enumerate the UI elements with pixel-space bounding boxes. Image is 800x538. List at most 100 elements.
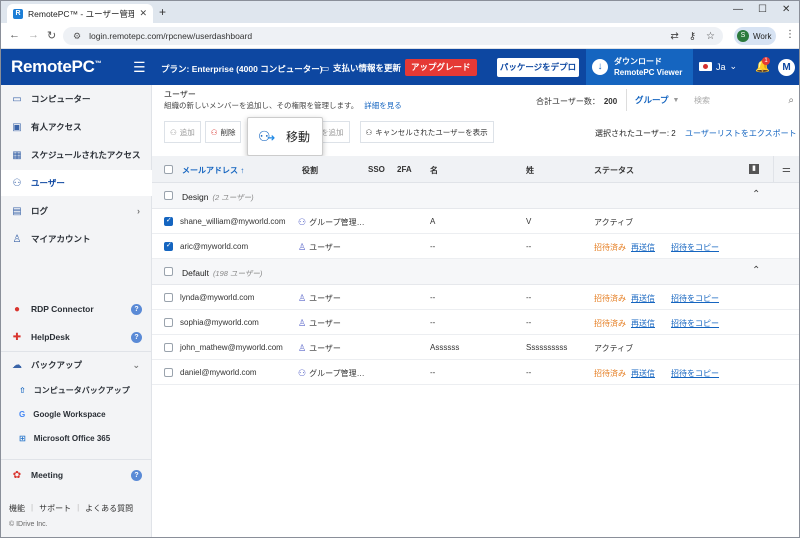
browser-tab[interactable]: R RemotePC™ - ユーザー管理 ✕ xyxy=(7,4,153,23)
user-avatar[interactable]: M xyxy=(778,59,795,76)
resend-invite-link[interactable]: 再送信 xyxy=(631,368,655,379)
notification-bell-icon[interactable]: 🔔 1 xyxy=(755,57,770,73)
role-cell: ⚇ グループ管理… xyxy=(298,217,365,228)
status-cell: 招待済み xyxy=(594,319,626,328)
sidebar-item-scheduled-access[interactable]: ▦ スケジュールされたアクセス xyxy=(1,142,152,168)
url-field[interactable]: ⚙ login.remotepc.com/rpcnew/userdashboar… xyxy=(63,27,723,45)
address-bar-row: ← → ↻ ⚙ login.remotepc.com/rpcnew/userda… xyxy=(1,23,799,49)
collapse-group-icon[interactable]: ⌃ xyxy=(752,265,760,276)
help-icon[interactable]: ? xyxy=(131,469,142,481)
footer-support-link[interactable]: サポート xyxy=(39,503,71,514)
resend-invite-link[interactable]: 再送信 xyxy=(631,242,655,253)
close-window-icon[interactable]: ✕ xyxy=(782,4,790,15)
sidebar-item-meeting[interactable]: ✿ Meeting? xyxy=(1,462,152,488)
tab-bar: R RemotePC™ - ユーザー管理 ✕ + — ☐ ✕ xyxy=(1,1,799,23)
sidebar-item-computers[interactable]: ▭ コンピューター xyxy=(1,86,152,112)
move-menu-item[interactable]: ⚇ ➜ 移動 xyxy=(247,117,323,156)
profile-button[interactable]: S Work xyxy=(734,27,776,45)
password-key-icon[interactable]: ⚷ xyxy=(689,31,696,42)
sidebar-subitem-office365[interactable]: ⊞ Microsoft Office 365 xyxy=(1,426,152,450)
sidebar-subitem-google-workspace[interactable]: G Google Workspace xyxy=(1,402,152,426)
help-icon[interactable]: ? xyxy=(131,303,142,315)
table-row: sophia@myworld.com ♙ ユーザー -- -- 招待済み 再送信 … xyxy=(152,310,799,335)
select-all-checkbox[interactable] xyxy=(164,165,173,174)
help-icon[interactable]: ? xyxy=(131,331,142,343)
group-admin-icon: ⚇ xyxy=(298,217,307,227)
description-text: 組織の新しいメンバーを追加し、その権限を管理します。 xyxy=(164,101,359,110)
chevron-right-icon: › xyxy=(137,206,140,216)
column-settings-icon[interactable]: ⚌ xyxy=(773,156,799,183)
deploy-package-button[interactable]: パッケージをデプロイ xyxy=(497,58,579,91)
copy-invite-link[interactable]: 招待をコピー xyxy=(671,293,719,304)
total-users: 合計ユーザー数： 200 xyxy=(536,96,617,107)
resend-invite-link[interactable]: 再送信 xyxy=(631,318,655,329)
minimize-icon[interactable]: — xyxy=(733,4,743,15)
last-name-cell: -- xyxy=(526,293,532,302)
computer-icon: ▭ xyxy=(12,93,22,105)
group-select-label: グループ xyxy=(635,95,669,105)
sidebar-item-helpdesk[interactable]: ✚ HelpDesk? xyxy=(1,324,152,350)
column-email[interactable]: メールアドレス ↑ xyxy=(182,165,244,176)
email-cell: shane_william@myworld.com xyxy=(180,217,286,226)
back-icon[interactable]: ← xyxy=(9,29,20,41)
upgrade-button[interactable]: アップグレード xyxy=(405,59,477,76)
row-checkbox[interactable] xyxy=(164,241,173,251)
row-checkbox[interactable] xyxy=(164,343,173,352)
remotepc-logo[interactable]: RemotePC™ xyxy=(11,57,102,77)
status-cell: アクティブ xyxy=(594,344,634,353)
new-tab-icon[interactable]: + xyxy=(159,5,166,19)
row-checkbox[interactable] xyxy=(164,216,173,226)
table-header: メールアドレス ↑ 役割 SSO 2FA 名 姓 ステータス ▮ ⚌ xyxy=(152,156,799,183)
group-count: (2 ユーザー) xyxy=(212,193,254,202)
details-link[interactable]: 詳細を見る xyxy=(364,101,402,110)
close-tab-icon[interactable]: ✕ xyxy=(139,8,147,19)
group-checkbox[interactable] xyxy=(164,191,173,200)
row-checkbox[interactable] xyxy=(164,318,173,327)
delete-user-button[interactable]: ⚇ 削除 xyxy=(204,121,242,143)
menu-kebab-icon[interactable]: ⋮ xyxy=(785,29,795,40)
sidebar-item-logs[interactable]: ▤ ログ › xyxy=(1,198,152,224)
last-name-cell: -- xyxy=(526,242,532,251)
download-viewer-button[interactable]: ↓ ダウンロード RemotePC Viewer xyxy=(586,49,693,85)
row-checkbox[interactable] xyxy=(164,368,173,377)
url-text: login.remotepc.com/rpcnew/userdashboard xyxy=(89,31,253,41)
bookmark-star-icon[interactable]: ☆ xyxy=(706,31,715,42)
email-cell: aric@myworld.com xyxy=(180,242,249,251)
copy-invite-link[interactable]: 招待をコピー xyxy=(671,242,719,253)
language-selector[interactable]: Ja ⌄ xyxy=(699,61,737,72)
row-checkbox[interactable] xyxy=(164,293,173,302)
add-user-button[interactable]: ⚇ 追加 xyxy=(164,121,201,143)
group-checkbox[interactable] xyxy=(164,267,173,276)
collapse-group-icon[interactable]: ⌃ xyxy=(752,189,760,200)
column-chooser-icon[interactable]: ▮ xyxy=(749,164,759,174)
update-payment-link[interactable]: ▭ 支払い情報を更新 xyxy=(321,62,401,74)
sidebar-subitem-label: コンピュータバックアップ xyxy=(33,385,130,395)
footer-faq-link[interactable]: よくある質問 xyxy=(85,503,133,514)
sidebar-subitem-label: Google Workspace xyxy=(33,409,106,419)
sidebar-item-attended-access[interactable]: ▣ 有人アクセス xyxy=(1,114,152,140)
sidebar-item-rdp-connector[interactable]: ● RDP Connector? xyxy=(1,296,152,322)
copy-invite-link[interactable]: 招待をコピー xyxy=(671,368,719,379)
caret-down-icon: ▼ xyxy=(672,96,680,104)
sidebar-subitem-computer-backup[interactable]: ⇧ コンピュータバックアップ xyxy=(1,378,152,402)
search-input[interactable]: 検索 ⌕ xyxy=(690,91,798,109)
copy-invite-link[interactable]: 招待をコピー xyxy=(671,318,719,329)
sidebar-item-backup[interactable]: ☁ バックアップ ⌄ xyxy=(1,352,152,378)
sidebar-item-my-account[interactable]: ♙ マイアカウント xyxy=(1,226,152,252)
footer-features-link[interactable]: 機能 xyxy=(9,503,25,514)
translate-icon[interactable]: ⇄ xyxy=(670,31,678,42)
show-cancelled-button[interactable]: ⚇ キャンセルされたユーザーを表示 xyxy=(359,121,494,143)
site-info-icon[interactable]: ⚙ xyxy=(73,31,81,42)
reload-icon[interactable]: ↻ xyxy=(47,29,56,42)
group-select[interactable]: グループ ▼ xyxy=(626,89,684,111)
chevron-down-icon: ⌄ xyxy=(132,359,140,370)
hamburger-menu-icon[interactable]: ☰ xyxy=(133,59,146,76)
sidebar-item-users[interactable]: ⚇ ユーザー xyxy=(1,170,152,196)
logs-icon: ▤ xyxy=(12,205,22,217)
resend-invite-link[interactable]: 再送信 xyxy=(631,293,655,304)
main-content: ユーザー 組織の新しいメンバーを追加し、その権限を管理します。 詳細を見る 合計ユ… xyxy=(152,85,799,537)
maximize-icon[interactable]: ☐ xyxy=(758,4,767,15)
forward-icon[interactable]: → xyxy=(28,29,39,41)
search-icon[interactable]: ⌕ xyxy=(788,95,794,106)
export-user-list-link[interactable]: ユーザーリストをエクスポート xyxy=(685,128,797,139)
